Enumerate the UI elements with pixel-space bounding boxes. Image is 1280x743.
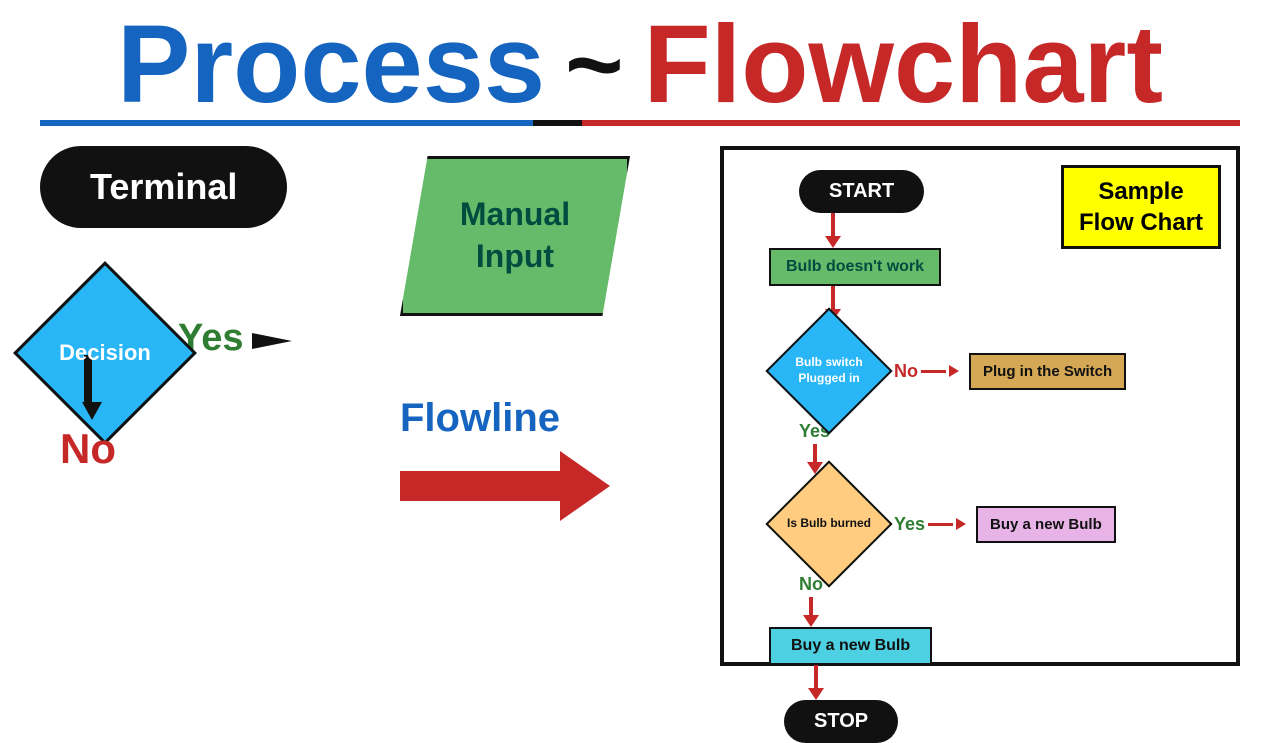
no2-section: No xyxy=(799,574,823,617)
terminal-shape: Terminal xyxy=(40,146,287,228)
decision1-row: Bulb switchPlugged in No Plug in the Swi… xyxy=(769,321,1126,421)
decision2-row: Is Bulb burned Yes Buy a new Bulb xyxy=(769,474,1116,574)
no-label: No xyxy=(60,425,116,473)
title-process: Process xyxy=(117,10,545,120)
start-node: START xyxy=(799,170,924,213)
stop-oval: STOP xyxy=(784,700,898,743)
arrow-rect-to-stop xyxy=(814,665,818,690)
arrow-step1-to-d1 xyxy=(831,286,835,311)
buy-bulb-side-box: Buy a new Bulb xyxy=(976,506,1116,543)
blue-rect-container: Buy a new Bulb xyxy=(769,627,932,665)
manual-input-label: ManualInput xyxy=(460,194,570,277)
tilde: ~ xyxy=(565,15,623,115)
fc-container: START Bulb doesn't work Bulb switchPlugg… xyxy=(739,165,1221,743)
diamond-wrapper: Decision No xyxy=(40,288,170,418)
stop-node: STOP xyxy=(784,700,898,743)
arrow-body xyxy=(400,471,560,501)
yes2-arrow: Yes Buy a new Bulb xyxy=(894,506,1116,543)
h-arrowhead-yes2 xyxy=(956,518,966,530)
decision-label: Decision xyxy=(40,288,170,418)
manual-input-shape: ManualInput xyxy=(400,156,630,316)
big-arrow-right xyxy=(400,451,610,521)
arrow-head-icon xyxy=(560,451,610,521)
arrow-d2-to-rect xyxy=(809,597,813,617)
no1-label: No xyxy=(894,361,918,382)
start-oval: START xyxy=(799,170,924,213)
h-line-yes2 xyxy=(928,523,953,526)
yes2-label: Yes xyxy=(894,514,925,535)
step1-rect: Bulb doesn't work xyxy=(769,248,941,286)
terminal-container: Terminal xyxy=(40,146,360,228)
decision2-label: Is Bulb burned xyxy=(787,516,871,532)
header-underline xyxy=(40,120,1240,126)
arrow-right-icon xyxy=(252,333,312,349)
blue-rect: Buy a new Bulb xyxy=(769,627,932,665)
h-arrowhead-no1 xyxy=(949,365,959,377)
middle-section: ManualInput Flowline xyxy=(400,146,680,666)
decision2-wrapper: Is Bulb burned xyxy=(769,474,889,574)
step1-node: Bulb doesn't work xyxy=(769,248,941,286)
header: Process ~ Flowchart xyxy=(0,0,1280,120)
flowline-label: Flowline xyxy=(400,396,560,441)
no1-arrow: No Plug in the Switch xyxy=(894,353,1126,390)
manual-input-container: ManualInput xyxy=(400,156,640,326)
arrow-d1-to-d2 xyxy=(813,444,817,464)
decision-container: Decision No Yes xyxy=(40,288,360,418)
flowline-section: Flowline xyxy=(400,396,610,521)
main-content: Terminal Decision No Yes Ma xyxy=(0,126,1280,686)
title-flowchart: Flowchart xyxy=(643,10,1163,120)
sample-flow-chart-label: Sample Flow Chart xyxy=(1061,165,1221,249)
decision1-label: Bulb switchPlugged in xyxy=(795,355,862,386)
left-section: Terminal Decision No Yes xyxy=(40,146,360,666)
h-line-no1 xyxy=(921,370,946,373)
plug-in-switch-box: Plug in the Switch xyxy=(969,353,1126,390)
decision1-wrapper: Bulb switchPlugged in xyxy=(769,321,889,421)
arrow-start-to-step1 xyxy=(831,213,835,238)
flowchart-diagram: Sample Flow Chart START Bulb doesn't wor… xyxy=(720,146,1240,666)
